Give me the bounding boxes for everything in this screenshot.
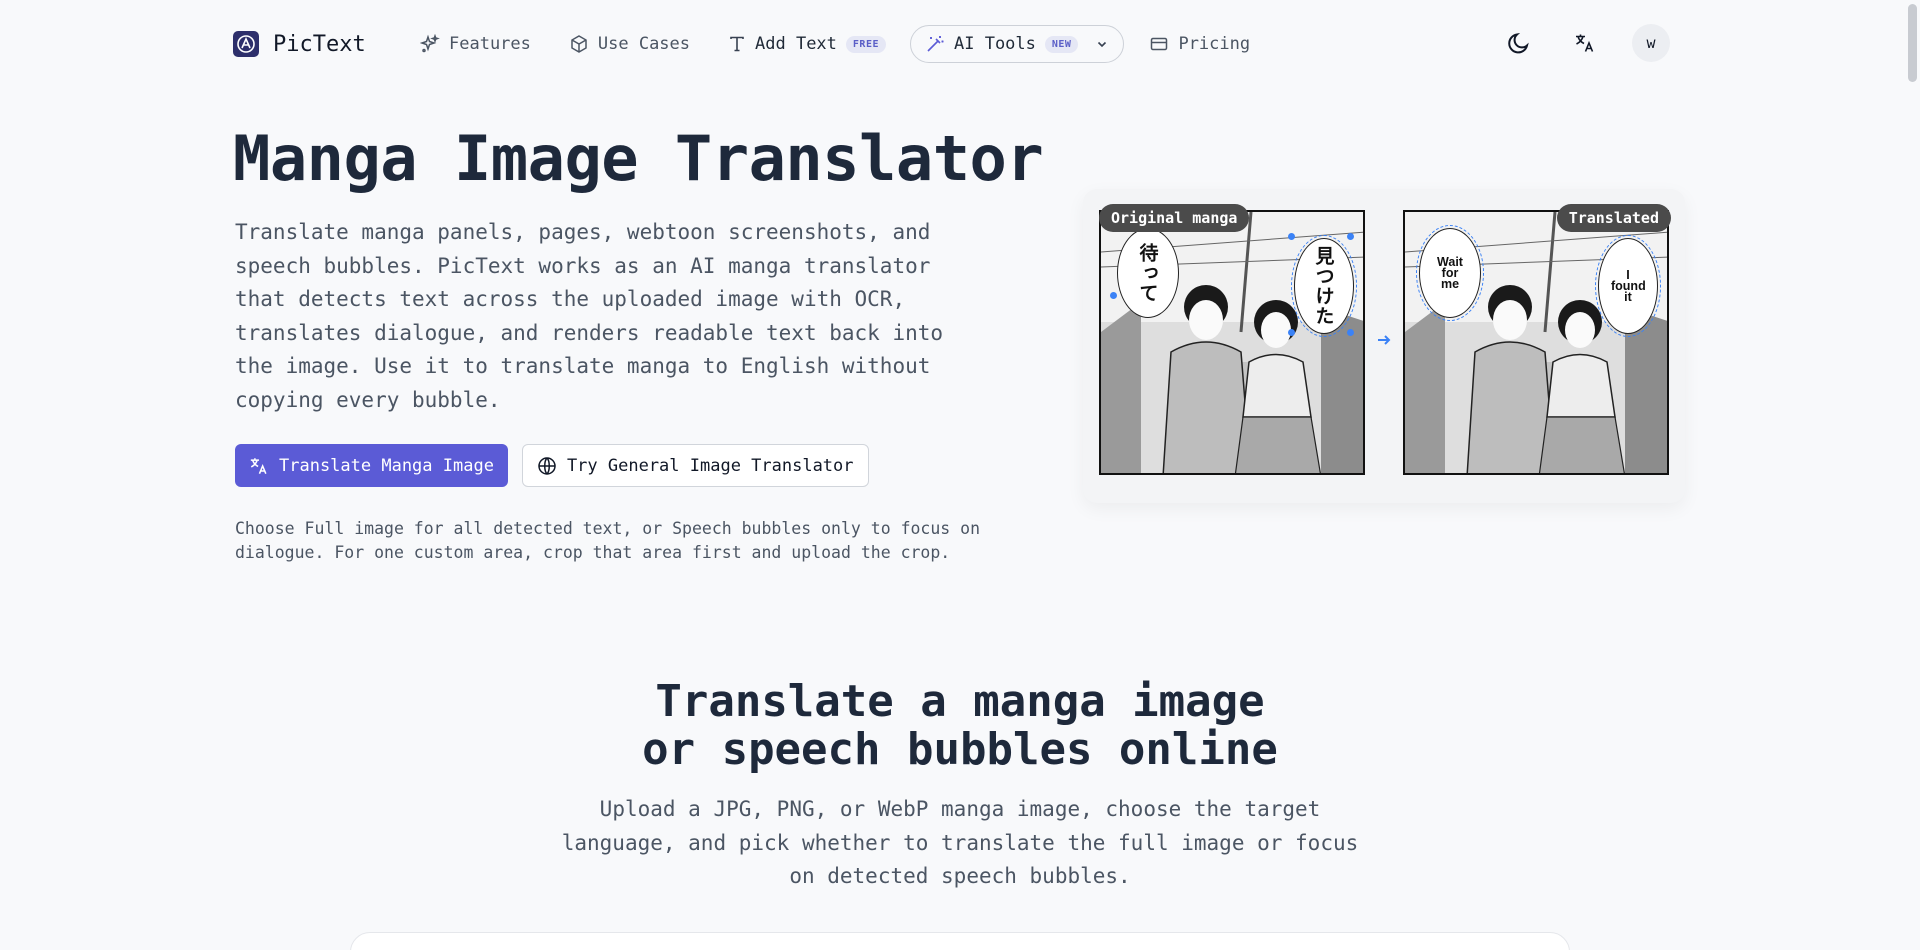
nav-add-text[interactable]: Add Text FREE <box>728 34 886 54</box>
nav-actions: w <box>1500 24 1670 62</box>
translate-manga-button[interactable]: Translate Manga Image <box>235 444 508 487</box>
user-avatar[interactable]: w <box>1632 24 1670 62</box>
section-title: Translate a manga image or speech bubble… <box>560 678 1360 774</box>
translated-tag: Translated <box>1556 204 1671 232</box>
text-icon <box>730 36 744 52</box>
cube-icon <box>571 35 587 53</box>
chevron-down-icon <box>1098 41 1107 48</box>
hero-hint: Choose Full image for all detected text,… <box>235 519 981 562</box>
upload-card <box>350 932 1570 950</box>
translate-icon <box>1576 34 1594 52</box>
nav-add-text-label: Add Text <box>755 34 837 54</box>
section-title-line-1: Translate a manga image <box>655 676 1265 727</box>
sparkles-icon <box>420 34 440 53</box>
section-description: Upload a JPG, PNG, or WebP manga image, … <box>561 797 1359 888</box>
nav-ai-tools-dropdown[interactable]: AI Tools NEW <box>910 25 1125 63</box>
selection-handle[interactable] <box>1110 292 1117 299</box>
translated-manga-panel: Wait for me I found it <box>1403 210 1669 475</box>
page-scrollbar[interactable] <box>1908 4 1917 82</box>
nav-pricing-label: Pricing <box>1178 34 1251 54</box>
original-manga-panel: 待って 見つけた <box>1099 210 1365 475</box>
speech-bubble: 見つけた <box>1291 235 1357 337</box>
selection-handle[interactable] <box>1347 329 1354 336</box>
brand-name: PicText <box>273 31 366 57</box>
logo-icon <box>233 31 259 57</box>
general-translator-button-label: Try General Image Translator <box>566 455 854 476</box>
speech-bubble: I found it <box>1595 235 1661 337</box>
translate-manga-button-label: Translate Manga Image <box>279 455 494 476</box>
nav-links: Features Use Cases Add Text FREE AI Tool… <box>420 24 1288 64</box>
selection-handle[interactable] <box>1288 233 1295 240</box>
selection-handle[interactable] <box>1288 329 1295 336</box>
translation-preview-card: 待って 見つけた Wait for me I found it Original… <box>1083 189 1685 503</box>
globe-icon <box>538 456 556 475</box>
nav-features[interactable]: Features <box>420 34 531 54</box>
top-nav: PicText Features Use Cases Add Text FREE… <box>0 0 1920 88</box>
page-title: Manga Image Translator <box>233 122 1044 195</box>
general-translator-button[interactable]: Try General Image Translator <box>521 444 869 487</box>
nav-features-label: Features <box>449 34 531 54</box>
selection-handle[interactable] <box>1347 233 1354 240</box>
speech-bubble: 待って <box>1117 228 1179 318</box>
hero-actions: Translate Manga Image Try General Image … <box>235 444 869 487</box>
nav-ai-tools-label: AI Tools <box>954 34 1036 54</box>
free-badge: FREE <box>845 35 886 53</box>
moon-icon <box>1508 33 1529 54</box>
theme-toggle-button[interactable] <box>1500 24 1538 62</box>
section-title-line-2: or speech bubbles online <box>642 724 1278 775</box>
translate-icon <box>250 457 267 474</box>
nav-use-cases-label: Use Cases <box>597 34 691 54</box>
arrow-right-icon <box>1378 335 1391 345</box>
new-badge: NEW <box>1044 35 1079 53</box>
speech-bubble: Wait for me <box>1416 225 1484 321</box>
language-button[interactable] <box>1566 24 1604 62</box>
original-manga-tag: Original manga <box>1099 204 1250 232</box>
hero-description: Translate manga panels, pages, webtoon s… <box>235 220 944 412</box>
brand-logo[interactable]: PicText <box>233 31 366 57</box>
magic-wand-icon <box>927 36 944 52</box>
card-icon <box>1151 37 1168 51</box>
nav-pricing[interactable]: Pricing <box>1149 34 1250 54</box>
nav-use-cases[interactable]: Use Cases <box>569 34 690 54</box>
